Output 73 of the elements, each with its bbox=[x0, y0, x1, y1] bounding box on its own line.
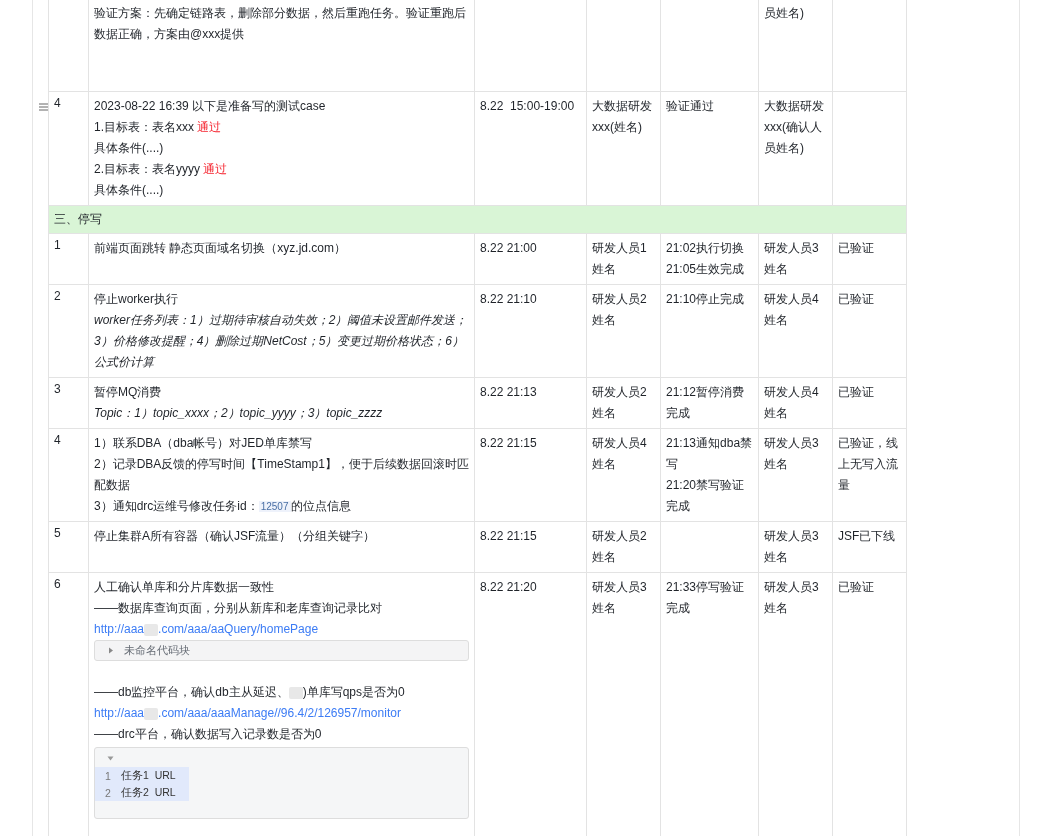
cell-text: ——数据库查询页面，分别从新库和老库查询记录比对 bbox=[94, 600, 383, 617]
cell-text: 研发人员2姓名 bbox=[592, 291, 648, 329]
row-number: 6 bbox=[54, 577, 61, 591]
cell-text: 研发人员4姓名 bbox=[764, 384, 820, 422]
cell-text: 暂停MQ消费 bbox=[94, 384, 163, 401]
row-number: 5 bbox=[54, 526, 61, 540]
cell-text: 1.目标表：表名xxx 通过 bbox=[94, 119, 223, 136]
cell-text: 21:13通知dba禁写 bbox=[666, 435, 753, 473]
cell-text: 研发人员3姓名 bbox=[764, 435, 820, 473]
cell-text: 8.22 21:13 bbox=[480, 384, 538, 401]
cell-text: 8.22 21:15 bbox=[480, 435, 538, 452]
row-number: 1 bbox=[54, 238, 61, 252]
cell-text: 8.22 21:20 bbox=[480, 579, 538, 596]
collapse-caret-icon[interactable] bbox=[107, 756, 114, 761]
cell-text: 3）通知drc运维号修改任务id： 12507 的位点信息 bbox=[94, 498, 352, 515]
cell-text: 已验证 bbox=[838, 240, 875, 257]
cell-text: 研发人员3姓名 bbox=[764, 528, 820, 566]
cell-text: 研发人员3姓名 bbox=[592, 579, 648, 617]
line-number: 1 bbox=[104, 769, 112, 782]
section-header: 三、停写 bbox=[48, 205, 907, 234]
code-block[interactable]: 未命名代码块 bbox=[94, 640, 469, 661]
cell-text: 8.22 21:15 bbox=[480, 528, 538, 545]
row-number: 4 bbox=[54, 433, 61, 447]
cell-text: 研发人员1姓名 bbox=[592, 240, 648, 278]
cell-text: 前端页面跳转 静态页面域名切换（xyz.jd.com） bbox=[94, 240, 347, 257]
cell-text: 已验证 bbox=[838, 579, 875, 596]
row-number: 3 bbox=[54, 382, 61, 396]
cell-text: 8.22 21:10 bbox=[480, 291, 538, 308]
cell-text: 大数据研发xxx(确认人员姓名) bbox=[764, 98, 825, 157]
cell-text: 研发人员3姓名 bbox=[764, 240, 820, 278]
expand-caret-icon bbox=[108, 647, 114, 654]
cell-text: 2023-08-22 16:39 以下是准备写的测试case bbox=[94, 98, 327, 115]
cell-text: 员姓名) bbox=[764, 5, 805, 22]
cell-text: 人工确认单库和分片库数据一致性 bbox=[94, 579, 275, 596]
cell-text: 21:20禁写验证完成 bbox=[666, 477, 746, 515]
cell-text: 2.目标表：表名yyyy 通过 bbox=[94, 161, 229, 178]
cell-text: 具体条件(....) bbox=[94, 140, 165, 157]
cell-text: 21:05生效完成 bbox=[666, 261, 746, 278]
cell-text: 已验证 bbox=[838, 384, 875, 401]
cell-text: 8.22 21:00 bbox=[480, 240, 538, 257]
cell-text: 停止集群A所有容器（确认JSF流量）（分组关键字） bbox=[94, 528, 377, 545]
cell-text: 21:33停写验证完成 bbox=[666, 579, 746, 617]
cell-text: 验证方案：先确定链路表，删除部分数据，然后重跑任务。验证重跑后数据正确，方案由@xxx提供 bbox=[94, 5, 467, 43]
cell-text: ——drc平台，确认数据写入记录数是否为0 bbox=[94, 726, 323, 743]
cell-text: 具体条件(....) bbox=[94, 182, 165, 199]
link[interactable]: http://aaa .com/aaa/aaQuery/homePage bbox=[94, 622, 319, 636]
cell-text: 大数据研发xxx(姓名) bbox=[592, 98, 653, 136]
cell-text: 研发人员4姓名 bbox=[764, 291, 820, 329]
row-number: 4 bbox=[54, 96, 61, 110]
link[interactable]: http://aaa .com/aaa/aaaManage//96.4/2/126957/monitor bbox=[94, 706, 401, 720]
cell-text: 停止worker执行 bbox=[94, 291, 179, 308]
cell-text: Topic：1）topic_xxxx；2）topic_yyyy；3）topic_zzzz bbox=[94, 405, 384, 422]
cell-text: 21:02执行切换 bbox=[666, 240, 746, 257]
cell-text: JSF已下线 bbox=[838, 528, 897, 545]
cell-text: 已验证，线上无写入流量 bbox=[838, 435, 899, 494]
cell-text: 已验证 bbox=[838, 291, 875, 308]
cell-text: 21:10停止完成 bbox=[666, 291, 746, 308]
cell-text: 研发人员2姓名 bbox=[592, 528, 648, 566]
cell-text: ——db监控平台，确认db主从延迟、 )单库写qps是否为0 bbox=[94, 684, 406, 701]
cell-text: 研发人员4姓名 bbox=[592, 435, 648, 473]
line-number: 2 bbox=[104, 786, 112, 799]
cell-text: 2）记录DBA反馈的停写时间【TimeStamp1】，便于后续数据回滚时匹配数据 bbox=[94, 456, 469, 494]
drag-handle-icon[interactable] bbox=[39, 103, 48, 111]
cell-text: 研发人员3姓名 bbox=[764, 579, 820, 617]
code-text: 任务2 URL bbox=[121, 785, 176, 800]
cell-text: worker任务列表：1）过期待审核自动失效；2）阈值未设置邮件发送；3）价格修改提醒；4）删除过期NetCost；5）变更过期价格状态；6）公式价计算 bbox=[94, 312, 469, 371]
cell-text: 1）联系DBA（dba帐号）对JED单库禁写 bbox=[94, 435, 314, 452]
cell-text: 21:12暂停消费完成 bbox=[666, 384, 746, 422]
cell-text: 8.22 15:00-19:00 bbox=[480, 98, 576, 115]
cell-text: 验证通过 bbox=[666, 98, 715, 115]
code-text: 任务1 URL bbox=[121, 768, 176, 783]
cell-text: 研发人员2姓名 bbox=[592, 384, 648, 422]
row-number: 2 bbox=[54, 289, 61, 303]
